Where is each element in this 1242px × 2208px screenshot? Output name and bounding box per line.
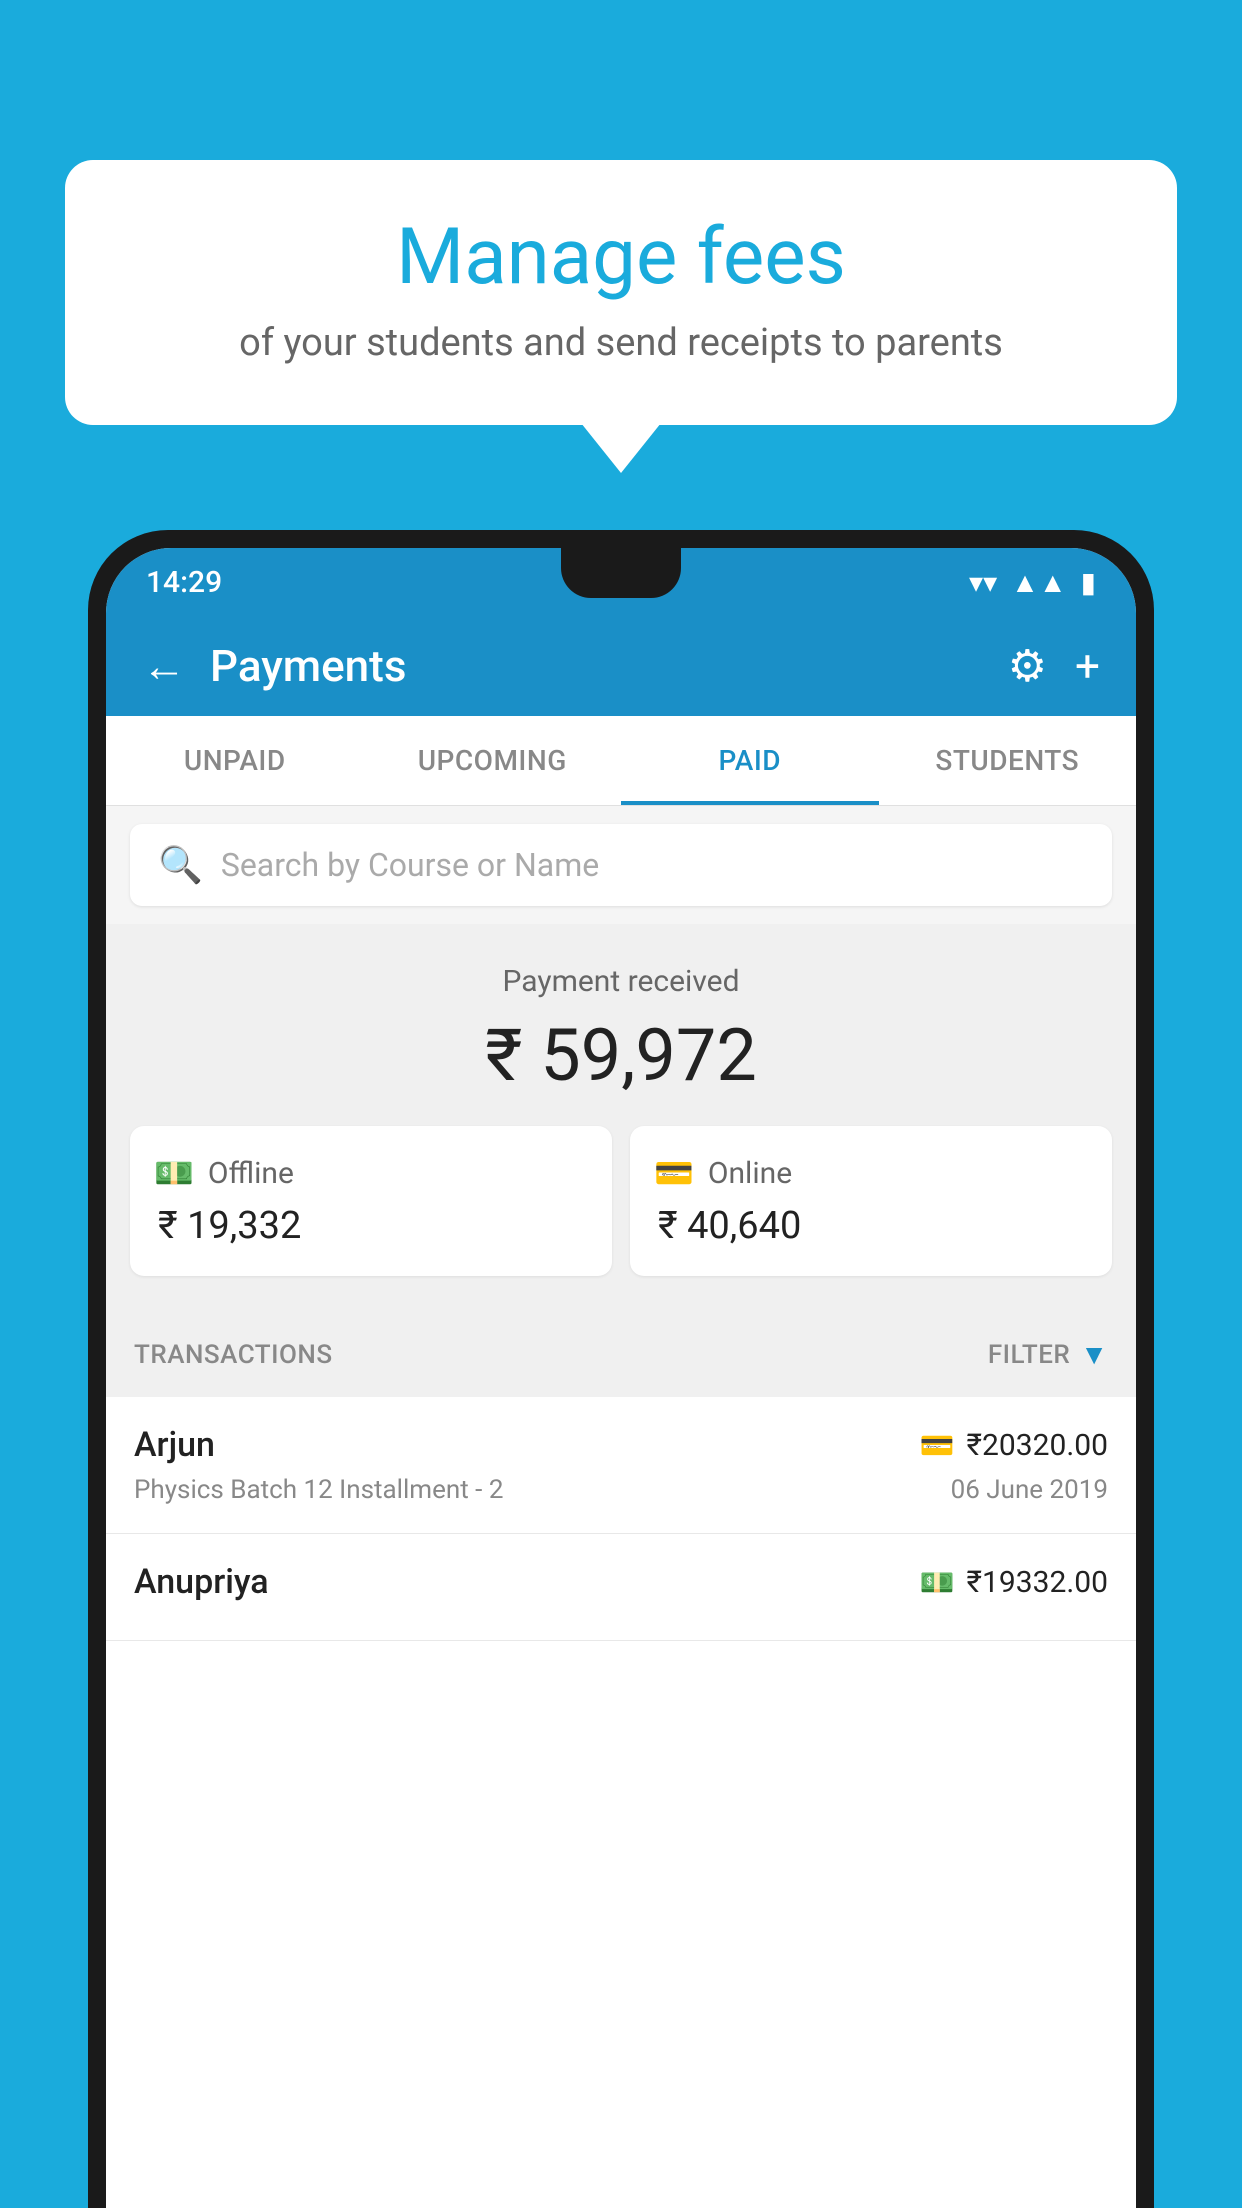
- back-button[interactable]: ←: [142, 640, 186, 692]
- add-icon[interactable]: +: [1075, 640, 1100, 692]
- course-info: Physics Batch 12 Installment - 2: [134, 1475, 503, 1505]
- tab-upcoming[interactable]: UPCOMING: [364, 716, 622, 805]
- wifi-icon: ▾▾: [969, 566, 997, 599]
- offline-label: Offline: [208, 1156, 294, 1191]
- student-name: Anupriya: [134, 1562, 269, 1602]
- status-time: 14:29: [146, 565, 222, 600]
- page-title: Payments: [210, 640, 1008, 692]
- online-card: 💳 Online ₹ 40,640: [630, 1126, 1112, 1276]
- offline-card: 💵 Offline ₹ 19,332: [130, 1126, 612, 1276]
- transaction-amount-row: 💳 ₹20320.00: [920, 1428, 1108, 1463]
- speech-bubble-container: Manage fees of your students and send re…: [65, 160, 1177, 425]
- speech-bubble: Manage fees of your students and send re…: [65, 160, 1177, 425]
- transaction-item[interactable]: Arjun 💳 ₹20320.00 Physics Batch 12 Insta…: [106, 1397, 1136, 1534]
- tab-bar: UNPAID UPCOMING PAID STUDENTS: [106, 716, 1136, 806]
- online-payment-icon: 💳: [920, 1429, 955, 1462]
- payment-summary: Payment received ₹ 59,972 💵 Offline ₹ 19…: [106, 924, 1136, 1312]
- search-bar[interactable]: 🔍 Search by Course or Name: [130, 824, 1112, 906]
- payment-received-label: Payment received: [130, 964, 1112, 999]
- offline-card-header: 💵 Offline: [154, 1154, 588, 1192]
- filter-button[interactable]: FILTER ▼: [988, 1338, 1108, 1371]
- signal-icon: ▲▲: [1011, 566, 1066, 599]
- transaction-amount-row: 💵 ₹19332.00: [920, 1565, 1108, 1600]
- search-placeholder: Search by Course or Name: [221, 846, 599, 884]
- bubble-subtitle: of your students and send receipts to pa…: [125, 321, 1117, 365]
- transactions-header: TRANSACTIONS FILTER ▼: [106, 1312, 1136, 1397]
- offline-payment-icon: 💵: [920, 1566, 955, 1599]
- transaction-row-bottom: Physics Batch 12 Installment - 2 06 June…: [134, 1475, 1108, 1505]
- offline-icon: 💵: [154, 1154, 194, 1192]
- status-icons: ▾▾ ▲▲ ▮: [969, 566, 1096, 599]
- transaction-row-top: Anupriya 💵 ₹19332.00: [134, 1562, 1108, 1602]
- transaction-amount: ₹19332.00: [967, 1565, 1108, 1600]
- tab-paid[interactable]: PAID: [621, 716, 879, 805]
- tab-students[interactable]: STUDENTS: [879, 716, 1137, 805]
- app-header: ← Payments ⚙ +: [106, 616, 1136, 716]
- transaction-item[interactable]: Anupriya 💵 ₹19332.00: [106, 1534, 1136, 1641]
- transactions-label: TRANSACTIONS: [134, 1340, 333, 1370]
- tab-unpaid[interactable]: UNPAID: [106, 716, 364, 805]
- header-actions: ⚙ +: [1008, 640, 1100, 692]
- transaction-row-top: Arjun 💳 ₹20320.00: [134, 1425, 1108, 1465]
- bubble-title: Manage fees: [125, 215, 1117, 301]
- search-container: 🔍 Search by Course or Name: [106, 806, 1136, 924]
- online-label: Online: [708, 1156, 792, 1191]
- filter-label: FILTER: [988, 1340, 1070, 1370]
- status-bar: 14:29 ▾▾ ▲▲ ▮: [106, 548, 1136, 616]
- transaction-date: 06 June 2019: [951, 1475, 1108, 1505]
- transaction-amount: ₹20320.00: [967, 1428, 1108, 1463]
- online-icon: 💳: [654, 1154, 694, 1192]
- online-card-header: 💳 Online: [654, 1154, 1088, 1192]
- battery-icon: ▮: [1081, 566, 1096, 599]
- student-name: Arjun: [134, 1425, 215, 1465]
- payment-breakdown: 💵 Offline ₹ 19,332 💳 Online ₹ 40,640: [130, 1126, 1112, 1276]
- online-amount: ₹ 40,640: [654, 1204, 1088, 1248]
- offline-amount: ₹ 19,332: [154, 1204, 588, 1248]
- filter-icon: ▼: [1080, 1338, 1108, 1371]
- settings-icon[interactable]: ⚙: [1008, 640, 1047, 692]
- phone-screen: 14:29 ▾▾ ▲▲ ▮ ← Payments ⚙ + UNPAID UPCO…: [106, 548, 1136, 2208]
- camera-notch: [561, 548, 681, 598]
- search-icon: 🔍: [158, 844, 203, 886]
- payment-total-amount: ₹ 59,972: [130, 1013, 1112, 1098]
- phone-frame: 14:29 ▾▾ ▲▲ ▮ ← Payments ⚙ + UNPAID UPCO…: [88, 530, 1154, 2208]
